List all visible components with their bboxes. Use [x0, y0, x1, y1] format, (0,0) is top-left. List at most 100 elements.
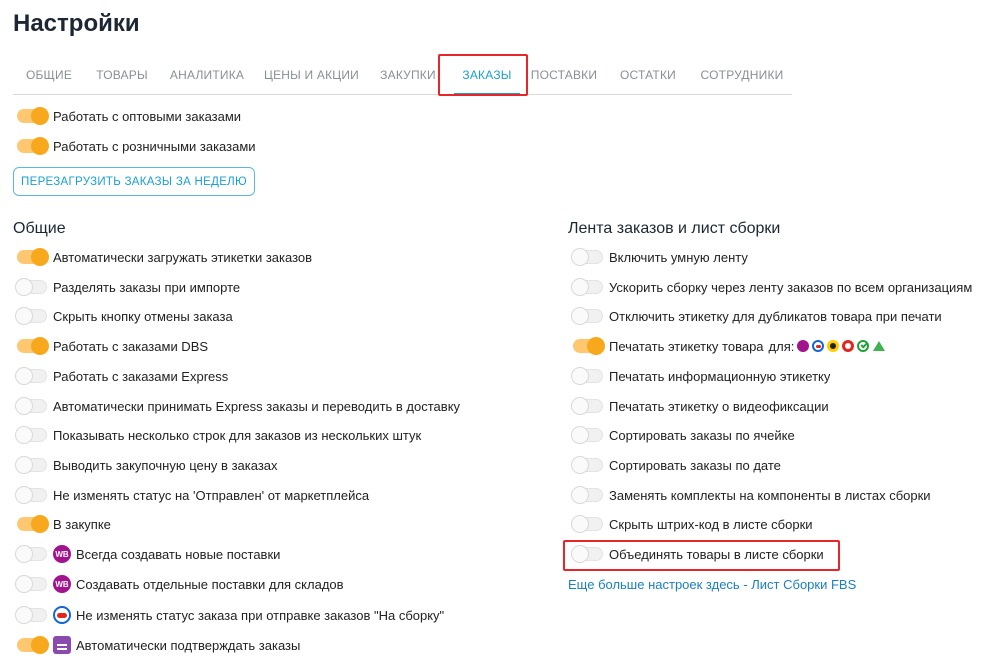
setting-row: Заменять комплекты на компоненты в листа…: [571, 484, 931, 506]
general-section-title: Общие: [13, 220, 66, 237]
toggle-switch[interactable]: [15, 307, 47, 325]
setting-row: Отключить этикетку для дубликатов товара…: [571, 305, 942, 327]
setting-row: Автоматически подтверждать заказы: [17, 634, 300, 656]
toggle-switch[interactable]: [15, 486, 47, 504]
setting-row: Скрыть штрих-код в листе сборки: [571, 513, 813, 535]
setting-label: Ускорить сборку через ленту заказов по в…: [609, 279, 973, 295]
toggle-switch[interactable]: [571, 486, 603, 504]
yandex-market-icon: [827, 340, 840, 352]
toggle-switch[interactable]: [15, 426, 47, 444]
setting-row: Сортировать заказы по ячейке: [571, 424, 795, 446]
toggle-switch[interactable]: [571, 367, 603, 385]
setting-label: Создавать отдельные поставки для складов: [76, 576, 344, 592]
setting-label: Печатать информационную этикетку: [609, 368, 831, 384]
setting-label: Сортировать заказы по ячейке: [609, 427, 795, 443]
setting-label: Работать с заказами Express: [53, 368, 229, 384]
setting-label: Выводить закупочную цену в заказах: [53, 457, 278, 473]
setting-row: Печатать информационную этикетку: [571, 365, 831, 387]
toggle-switch[interactable]: [17, 515, 49, 533]
sber-icon: [857, 340, 870, 352]
magnit-icon: [873, 341, 886, 351]
setting-label: Объединять товары в листе сборки: [609, 546, 824, 562]
toggle-switch[interactable]: [571, 456, 603, 474]
tab-orders[interactable]: ЗАКАЗЫ: [448, 58, 526, 95]
setting-label: Включить умную ленту: [609, 249, 748, 265]
setting-label: Автоматически загружать этикетки заказов: [53, 249, 313, 265]
megamarket-icon: [842, 340, 855, 352]
wildberries-icon: [797, 340, 810, 352]
toggle-switch[interactable]: [15, 278, 47, 296]
setting-label: Печатать этикетку товара: [609, 338, 764, 354]
setting-row: Автоматически загружать этикетки заказов: [17, 246, 312, 268]
feed-section-title: Лента заказов и лист сборки: [568, 220, 781, 237]
toggle-switch[interactable]: [15, 397, 47, 415]
toggle-row-wholesale-orders: Работать с оптовыми заказами: [17, 105, 241, 127]
setting-label: Автоматически подтверждать заказы: [76, 637, 301, 653]
setting-label: Автоматически принимать Express заказы и…: [53, 398, 461, 414]
setting-label: Скрыть штрих-код в листе сборки: [609, 516, 813, 532]
setting-row: Печатать этикетку о видеофиксации: [571, 395, 829, 417]
toggle-switch[interactable]: [15, 456, 47, 474]
tab-general[interactable]: ОБЩИЕ: [13, 58, 85, 94]
setting-row: Сортировать заказы по дате: [571, 454, 781, 476]
setting-label: Печатать этикетку о видеофиксации: [609, 398, 829, 414]
toggle-switch[interactable]: [15, 545, 47, 563]
setting-label: Отключить этикетку для дубликатов товара…: [609, 308, 942, 324]
setting-row: Скрыть кнопку отмены заказа: [15, 305, 233, 327]
setting-label: В закупке: [53, 516, 111, 532]
setting-row: Ускорить сборку через ленту заказов по в…: [571, 276, 973, 298]
setting-row: Печатать этикетку товара для:: [573, 335, 886, 357]
setting-label: Показывать несколько строк для заказов и…: [53, 427, 422, 443]
toggle-switch[interactable]: [571, 515, 603, 533]
toggle-switch[interactable]: [15, 575, 47, 593]
toggle-switch[interactable]: [571, 248, 603, 266]
tab-prices-promos[interactable]: ЦЕНЫ И АКЦИИ: [255, 58, 368, 94]
setting-row: Выводить закупочную цену в заказах: [15, 454, 278, 476]
wildberries-icon: WB: [53, 575, 71, 593]
print-for-label: для:: [768, 338, 795, 354]
reload-orders-week-button[interactable]: ПЕРЕЗАГРУЗИТЬ ЗАКАЗЫ ЗА НЕДЕЛЮ: [13, 167, 255, 196]
setting-row: WB Создавать отдельные поставки для скла…: [15, 573, 344, 595]
setting-row: Не изменять статус заказа при отправке з…: [15, 604, 445, 626]
ozon-icon: [812, 340, 825, 352]
toggle-switch[interactable]: [571, 545, 603, 563]
setting-row: Показывать несколько строк для заказов и…: [15, 424, 422, 446]
setting-row: Работать с заказами DBS: [17, 335, 208, 357]
megamarket-icon: [53, 636, 71, 654]
toggle-switch[interactable]: [17, 337, 49, 355]
setting-row: Работать с заказами Express: [15, 365, 229, 387]
setting-row: WB Всегда создавать новые поставки: [15, 543, 281, 565]
toggle-switch[interactable]: [571, 426, 603, 444]
toggle-switch[interactable]: [573, 337, 605, 355]
toggle-switch[interactable]: [17, 107, 49, 125]
setting-label: Всегда создавать новые поставки: [76, 546, 281, 562]
toggle-switch[interactable]: [571, 278, 603, 296]
toggle-switch[interactable]: [571, 307, 603, 325]
tab-stock[interactable]: ОСТАТКИ: [602, 58, 694, 94]
setting-row: В закупке: [17, 513, 111, 535]
toggle-switch[interactable]: [17, 636, 49, 654]
toggle-switch[interactable]: [15, 367, 47, 385]
settings-tabs: ОБЩИЕ ТОВАРЫ АНАЛИТИКА ЦЕНЫ И АКЦИИ ЗАКУ…: [13, 58, 792, 95]
tab-products[interactable]: ТОВАРЫ: [85, 58, 159, 94]
toggle-switch[interactable]: [571, 397, 603, 415]
toggle-row-retail-orders: Работать с розничными заказами: [17, 135, 256, 157]
toggle-switch[interactable]: [17, 137, 49, 155]
toggle-label: Работать с оптовыми заказами: [53, 108, 242, 124]
page-title: Настройки: [13, 10, 140, 37]
tab-analytics[interactable]: АНАЛИТИКА: [159, 58, 255, 94]
setting-label: Сортировать заказы по дате: [609, 457, 781, 473]
toggle-switch[interactable]: [17, 248, 49, 266]
tab-employees[interactable]: СОТРУДНИКИ: [694, 58, 790, 94]
setting-row: Автоматически принимать Express заказы и…: [15, 395, 461, 417]
tab-supplies[interactable]: ПОСТАВКИ: [526, 58, 602, 94]
setting-label: Скрыть кнопку отмены заказа: [53, 308, 233, 324]
setting-row: Объединять товары в листе сборки: [571, 543, 824, 565]
wildberries-icon: WB: [53, 545, 71, 563]
toggle-switch[interactable]: [15, 606, 47, 624]
setting-label: Разделять заказы при импорте: [53, 279, 241, 295]
setting-label: Не изменять статус заказа при отправке з…: [76, 607, 445, 623]
tab-purchases[interactable]: ЗАКУПКИ: [368, 58, 448, 94]
toggle-label: Работать с розничными заказами: [53, 138, 256, 154]
more-settings-link[interactable]: Еще больше настроек здесь - Лист Сборки …: [568, 574, 856, 596]
